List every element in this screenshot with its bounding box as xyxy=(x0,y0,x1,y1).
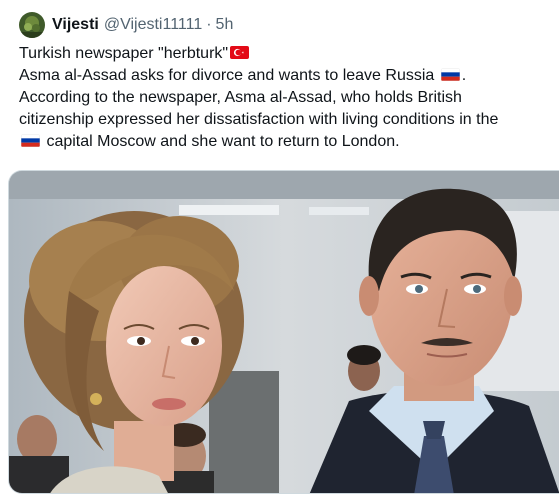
tweet-line-2-text: Asma al-Assad asks for divorce and wants… xyxy=(19,67,435,84)
tweet-line-2-end: . xyxy=(461,67,467,84)
tweet-line-5: capital Moscow and she want to return to… xyxy=(19,131,549,153)
russia-flag-icon xyxy=(440,68,460,81)
tweet-line-3: According to the newspaper, Asma al-Assa… xyxy=(19,89,462,106)
tweet-line-5-text: capital Moscow and she want to return to… xyxy=(46,133,400,150)
tweet-line-4: citizenship expressed her dissatisfactio… xyxy=(19,111,499,128)
tweet-line-1: Turkish newspaper "herbturk" xyxy=(19,43,549,65)
tweet-card[interactable]: Vijesti @Vijesti11111 · 5h Turkish newsp… xyxy=(0,0,559,500)
tweet-text: Turkish newspaper "herbturk" Asma al-Ass… xyxy=(19,43,549,153)
tweet-photo[interactable] xyxy=(8,170,559,494)
author-handle[interactable]: @Vijesti11111 xyxy=(104,16,202,34)
tweet-header: Vijesti @Vijesti11111 · 5h xyxy=(19,10,233,40)
author-name[interactable]: Vijesti xyxy=(52,16,99,34)
tweet-line-1-text: Turkish newspaper "herbturk" xyxy=(19,45,229,62)
avatar-icon[interactable] xyxy=(19,12,45,38)
separator-dot: · xyxy=(206,16,212,33)
turkey-flag-icon xyxy=(230,46,250,59)
tweet-timestamp[interactable]: 5h xyxy=(216,16,234,34)
tweet-line-2: Asma al-Assad asks for divorce and wants… xyxy=(19,65,549,87)
russia-flag-icon xyxy=(21,134,40,147)
